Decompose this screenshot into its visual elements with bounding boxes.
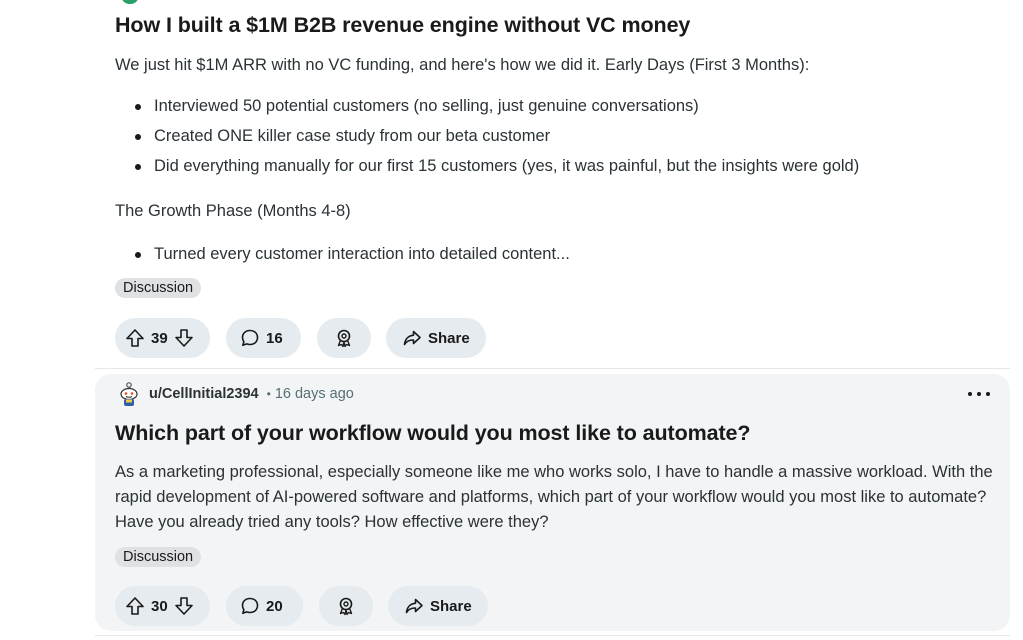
post-meta: u/CellInitial2394 • 16 days ago bbox=[115, 380, 354, 408]
avatar[interactable] bbox=[115, 380, 143, 408]
list-item: Turned every customer interaction into d… bbox=[135, 242, 570, 272]
post-author[interactable]: u/CellInitial2394 bbox=[149, 386, 259, 402]
vote-count: 39 bbox=[151, 329, 168, 347]
comment-bubble-icon bbox=[240, 596, 260, 616]
post-card[interactable]: How I built a $1M B2B revenue engine wit… bbox=[95, 0, 1010, 366]
more-options-icon[interactable] bbox=[968, 384, 990, 404]
post-flair[interactable]: Discussion bbox=[115, 278, 202, 298]
downvote-arrow-icon[interactable] bbox=[174, 596, 194, 616]
vote-count: 30 bbox=[151, 597, 168, 615]
vote-control: 39 bbox=[115, 318, 210, 358]
comment-count: 20 bbox=[266, 597, 283, 615]
post-flair[interactable]: Discussion bbox=[115, 547, 202, 567]
vote-control: 30 bbox=[115, 586, 210, 626]
share-arrow-icon bbox=[402, 328, 422, 348]
post-title[interactable]: Which part of your workflow would you mo… bbox=[115, 421, 751, 446]
post-divider bbox=[95, 368, 1010, 369]
comment-bubble-icon bbox=[240, 328, 260, 348]
share-arrow-icon bbox=[404, 596, 424, 616]
award-button[interactable] bbox=[319, 586, 373, 626]
award-button[interactable] bbox=[317, 318, 371, 358]
post-section-heading: The Growth Phase (Months 4-8) bbox=[115, 202, 351, 220]
list-item: Did everything manually for our first 15… bbox=[135, 154, 859, 184]
meta-separator: • bbox=[266, 387, 271, 401]
comment-count: 16 bbox=[266, 329, 283, 347]
post-body-intro: We just hit $1M ARR with no VC funding, … bbox=[115, 56, 810, 74]
upvote-arrow-icon[interactable] bbox=[125, 328, 145, 348]
post-bullet-list: Interviewed 50 potential customers (no s… bbox=[135, 94, 859, 184]
list-item: Interviewed 50 potential customers (no s… bbox=[135, 94, 859, 124]
post-bullet-list: Turned every customer interaction into d… bbox=[135, 242, 570, 272]
post-divider bbox=[95, 635, 1010, 636]
share-label: Share bbox=[430, 597, 472, 615]
comments-button[interactable]: 16 bbox=[226, 318, 301, 358]
upvote-arrow-icon[interactable] bbox=[125, 596, 145, 616]
share-button[interactable]: Share bbox=[386, 318, 486, 358]
share-button[interactable]: Share bbox=[388, 586, 488, 626]
post-card[interactable]: u/CellInitial2394 • 16 days ago Which pa… bbox=[95, 374, 1010, 631]
award-icon bbox=[336, 596, 356, 616]
list-item: Created ONE killer case study from our b… bbox=[135, 124, 859, 154]
share-label: Share bbox=[428, 329, 470, 347]
post-title[interactable]: How I built a $1M B2B revenue engine wit… bbox=[115, 13, 690, 38]
comments-button[interactable]: 20 bbox=[226, 586, 303, 626]
post-timestamp: 16 days ago bbox=[274, 386, 354, 402]
post-body: As a marketing professional, especially … bbox=[115, 463, 993, 531]
award-icon bbox=[334, 328, 354, 348]
downvote-arrow-icon[interactable] bbox=[174, 328, 194, 348]
